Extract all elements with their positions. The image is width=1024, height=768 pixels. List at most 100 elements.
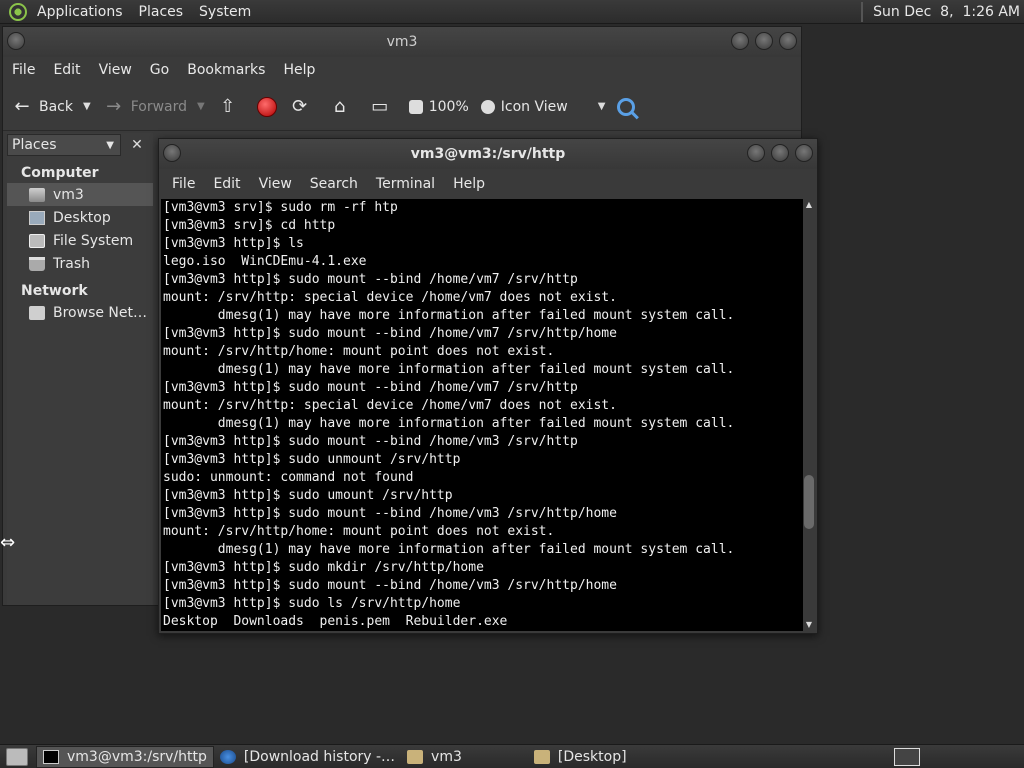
menu-terminal[interactable]: Terminal (367, 176, 444, 192)
system-menu[interactable]: System (191, 4, 259, 20)
search-button[interactable] (617, 97, 636, 116)
menu-bookmarks[interactable]: Bookmarks (178, 62, 274, 78)
reload-icon: ⟳ (292, 95, 308, 117)
sidebar-item-desktop[interactable]: Desktop (7, 206, 153, 229)
stop-icon (256, 96, 277, 117)
up-arrow-icon: ⇧ (220, 95, 236, 117)
menu-search[interactable]: Search (301, 176, 367, 192)
places-sidebar: Places ▼ ✕ Computer vm3 Desktop File Sys… (7, 133, 153, 605)
scroll-down-icon[interactable]: ▼ (803, 619, 815, 631)
sidebar-item-label: Desktop (53, 209, 111, 226)
forward-label: Forward (130, 98, 188, 115)
zoom-out-control[interactable]: 100% (408, 98, 469, 115)
sidebar-item-browse-network[interactable]: Browse Net… (7, 301, 153, 324)
taskbar-item-download-history[interactable]: [Download history -… (214, 746, 401, 768)
taskbar-item-desktop[interactable]: [Desktop] (528, 746, 633, 768)
terminal-scrollbar[interactable]: ▲ ▼ (803, 199, 815, 631)
forward-arrow-icon: → (106, 95, 122, 117)
desktop-icon (29, 210, 45, 225)
folder-icon (533, 749, 550, 764)
sidebar-item-label: Trash (53, 255, 90, 272)
home-button[interactable]: ⌂ (329, 96, 357, 118)
sidebar-item-file-system[interactable]: File System (7, 229, 153, 252)
trash-icon (29, 256, 45, 271)
sidebar-item-label: Browse Net… (53, 304, 148, 321)
maximize-button[interactable] (771, 144, 789, 162)
menu-go[interactable]: Go (141, 62, 178, 78)
back-label: Back (39, 98, 73, 115)
taskbar-item-terminal[interactable]: vm3@vm3:/srv/http (36, 745, 214, 768)
file-manager-titlebar[interactable]: vm3 (3, 27, 801, 57)
sidebar-item-label: File System (53, 232, 134, 249)
chevron-down-icon: ▼ (106, 139, 114, 151)
clock-area: Sun Dec 8, 1:26 AM (861, 0, 1024, 24)
menu-view[interactable]: View (90, 62, 141, 78)
forward-history-dropdown-icon[interactable]: ▼ (197, 101, 205, 112)
sidebar-header: Places ▼ ✕ (7, 133, 153, 157)
search-icon (617, 97, 636, 116)
taskbar-item-vm3[interactable]: vm3 (401, 746, 468, 768)
back-button[interactable]: ← Back ▼ (11, 95, 91, 118)
view-mode-label: Icon View (500, 98, 568, 115)
titlebar-left-buttons (163, 144, 181, 162)
sidebar-item-vm3[interactable]: vm3 (7, 183, 153, 206)
sidebar-item-trash[interactable]: Trash (7, 252, 153, 275)
applications-menu[interactable]: Applications (29, 4, 131, 20)
file-system-icon (29, 233, 45, 248)
terminal-menubar: File Edit View Search Terminal Help (159, 169, 817, 199)
maximize-button[interactable] (755, 32, 773, 50)
distro-logo-icon[interactable] (9, 2, 27, 21)
file-manager-title: vm3 (386, 34, 418, 50)
sidebar-close-icon[interactable]: ✕ (125, 134, 149, 156)
places-menu[interactable]: Places (131, 4, 192, 20)
taskbar-item-label: vm3@vm3:/srv/http (67, 748, 207, 765)
menu-edit[interactable]: Edit (204, 176, 249, 192)
workspace-switcher[interactable] (894, 747, 920, 766)
sidebar-group-network: Network (21, 283, 88, 299)
menu-help[interactable]: Help (444, 176, 494, 192)
taskbar-item-label: [Desktop] (557, 748, 627, 765)
window-menu-button[interactable] (163, 144, 181, 162)
sidebar-type-select[interactable]: Places ▼ (7, 134, 121, 156)
clock[interactable]: Sun Dec 8, 1:26 AM (873, 4, 1024, 20)
scrollbar-thumb[interactable] (804, 475, 814, 529)
close-button[interactable] (795, 144, 813, 162)
up-button[interactable]: ⇧ (217, 96, 245, 118)
forward-button[interactable]: → Forward ▼ (103, 96, 205, 118)
show-desktop-icon[interactable] (6, 747, 28, 766)
terminal-titlebar[interactable]: vm3@vm3:/srv/http (159, 139, 817, 169)
view-mode-select[interactable]: Icon View ▼ (480, 98, 606, 115)
terminal-title: vm3@vm3:/srv/http (410, 146, 566, 162)
minimize-button[interactable] (731, 32, 749, 50)
network-icon (29, 305, 45, 320)
menu-edit[interactable]: Edit (44, 62, 89, 78)
zoom-out-icon (408, 99, 423, 114)
minimize-button[interactable] (747, 144, 765, 162)
window-menu-button[interactable] (7, 32, 25, 50)
menu-help[interactable]: Help (274, 62, 324, 78)
zoom-level: 100% (428, 98, 469, 115)
back-history-dropdown-icon[interactable]: ▼ (83, 101, 91, 112)
sidebar-group-computer: Computer (21, 165, 99, 181)
terminal-text: [vm3@vm3 srv]$ sudo rm -rf htp [vm3@vm3 … (163, 200, 735, 629)
mouse-pointer-icon: ⇔ (0, 532, 16, 553)
menu-file[interactable]: File (3, 62, 44, 78)
scroll-up-icon[interactable]: ▲ (803, 199, 815, 211)
close-button[interactable] (779, 32, 797, 50)
home-folder-icon: ⌂ (334, 95, 346, 117)
menu-file[interactable]: File (163, 176, 204, 192)
reload-button[interactable]: ⟳ (289, 96, 317, 118)
terminal-window: vm3@vm3:/srv/http File Edit View Search … (158, 138, 818, 634)
terminal-output[interactable]: [vm3@vm3 srv]$ sudo rm -rf htp [vm3@vm3 … (161, 199, 803, 631)
top-menu: Applications Places System (29, 0, 259, 24)
taskbar-item-label: vm3 (431, 748, 462, 765)
computer-icon: ▭ (371, 95, 389, 117)
stop-button[interactable] (256, 96, 277, 117)
chevron-down-icon: ▼ (597, 101, 606, 112)
computer-button[interactable]: ▭ (369, 96, 397, 118)
top-panel: Applications Places System Sun Dec 8, 1:… (0, 0, 1024, 24)
titlebar-buttons (747, 144, 813, 162)
titlebar-buttons (731, 32, 797, 50)
menu-view[interactable]: View (250, 176, 301, 192)
back-arrow-icon: ← (14, 95, 30, 117)
